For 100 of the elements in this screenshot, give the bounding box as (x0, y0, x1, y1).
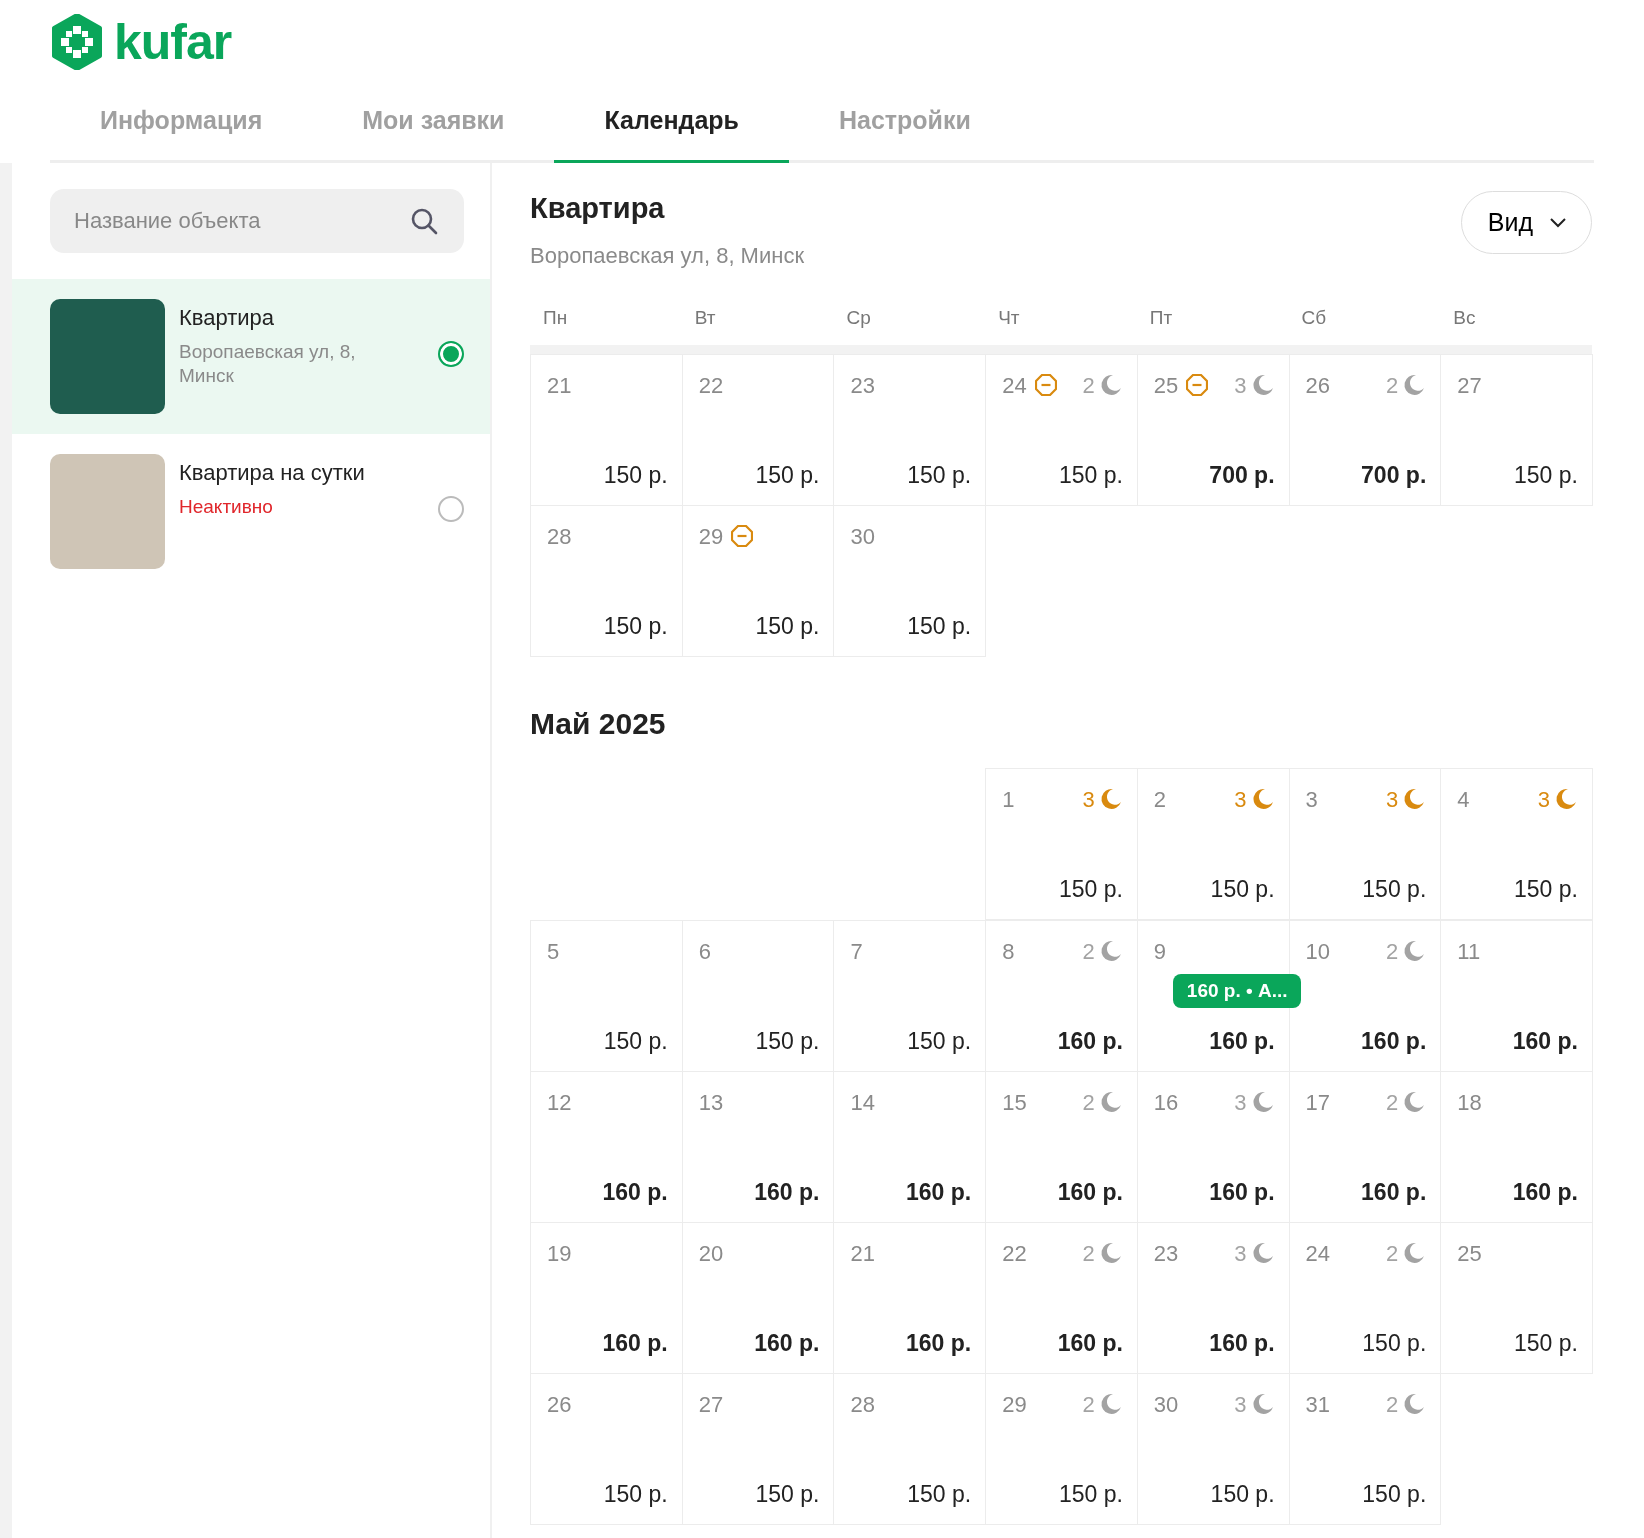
day-price: 160 р. (1208, 1178, 1275, 1208)
nights-count: 2 (1386, 371, 1399, 400)
day-number: 29 (698, 522, 724, 551)
radio-button[interactable] (438, 340, 464, 367)
listing-item[interactable]: Квартира на сутки Неактивно (12, 433, 490, 589)
view-dropdown[interactable]: Вид (1460, 190, 1592, 254)
listing-address: Воропаевская ул, 8, Минск (179, 339, 357, 389)
day-price: 700 р. (1360, 461, 1427, 491)
weekday-label: Вс (1452, 306, 1477, 331)
day-price: 150 р. (754, 461, 820, 491)
nights-count: 2 (1386, 937, 1399, 966)
weekday-label: Ср (845, 306, 872, 331)
day-number: 22 (1002, 1239, 1027, 1268)
nights-count: 3 (1234, 1088, 1247, 1117)
chevron-down-icon (1549, 215, 1567, 229)
calendar-day[interactable]: 11 160 р. (1440, 919, 1593, 1072)
day-number: 30 (850, 522, 875, 551)
listing-item[interactable]: Квартира Воропаевская ул, 8, Минск (12, 278, 490, 434)
calendar-day[interactable]: 3 3 150 р. (1288, 767, 1442, 920)
day-number: 4 (1457, 785, 1470, 814)
month-title: Май 2025 (530, 705, 667, 742)
weekday-label: Вт (693, 306, 717, 331)
day-price: 160 р. (1056, 1178, 1123, 1208)
day-price: 150 р. (1209, 1480, 1275, 1510)
calendar-day[interactable]: 25 150 р. (1440, 1221, 1593, 1374)
day-number: 30 (1153, 1390, 1179, 1419)
day-price: 160 р. (1208, 1027, 1275, 1057)
calendar-day[interactable]: 25 3 700 р. (1136, 353, 1290, 506)
calendar-day[interactable]: 24 2 150 р. (985, 353, 1138, 506)
day-number: 5 (547, 937, 560, 966)
calendar-day[interactable]: 2 3 150 р. (1136, 767, 1290, 920)
nights-count: 3 (1234, 785, 1247, 814)
day-number: 1 (1002, 785, 1015, 814)
day-number: 17 (1305, 1088, 1331, 1117)
day-price: 160 р. (1056, 1027, 1123, 1057)
day-number: 27 (1457, 371, 1482, 400)
day-number: 20 (698, 1239, 724, 1268)
day-price: 150 р. (1361, 1480, 1427, 1510)
calendar-day[interactable]: 26 2 700 р. (1288, 353, 1442, 506)
day-number: 12 (547, 1088, 572, 1117)
nights-count: 3 (1234, 1239, 1247, 1268)
tab[interactable]: Календарь (554, 94, 789, 163)
day-price: 150 р. (602, 1027, 668, 1057)
day-number: 2 (1153, 785, 1167, 814)
calendar-day[interactable]: 26 150 р. (530, 1372, 683, 1525)
day-price: 150 р. (1513, 461, 1578, 491)
day-price: 150 р. (1513, 875, 1578, 905)
logo-icon (50, 14, 104, 70)
day-price: 160 р. (601, 1178, 668, 1208)
day-price: 150 р. (1513, 1329, 1578, 1359)
day-number: 19 (547, 1239, 572, 1268)
nights-count: 2 (1386, 1390, 1399, 1419)
calendar-day[interactable]: 30 150 р. (833, 504, 987, 657)
day-price: 150 р. (754, 612, 820, 642)
day-number: 11 (1457, 937, 1481, 966)
calendar-day[interactable]: 28 150 р. (530, 504, 683, 657)
day-price: 150 р. (1209, 875, 1275, 905)
day-number: 26 (547, 1390, 572, 1419)
radio-button[interactable] (438, 495, 464, 522)
nights-count: 3 (1234, 1390, 1247, 1419)
day-price: 160 р. (904, 1178, 972, 1208)
day-price: 150 р. (602, 1480, 668, 1510)
status-text: Неактивно (179, 494, 274, 519)
calendar-day[interactable]: 1 3 150 р. (985, 767, 1138, 920)
listing-heading: Квартира (530, 190, 666, 226)
day-number: 28 (850, 1390, 875, 1419)
nights-count: 2 (1082, 1088, 1095, 1117)
day-price: 150 р. (754, 1480, 820, 1510)
day-price: 160 р. (1056, 1329, 1123, 1359)
day-price: 150 р. (1057, 1480, 1123, 1510)
day-number: 9 (1153, 937, 1167, 966)
search-icon (410, 206, 438, 235)
day-price: 160 р. (1208, 1329, 1275, 1359)
day-number: 18 (1457, 1088, 1482, 1117)
nights-count: 2 (1082, 1390, 1095, 1419)
day-number: 14 (850, 1088, 875, 1117)
day-number: 31 (1305, 1390, 1331, 1419)
day-price: 150 р. (906, 612, 972, 642)
day-price: 150 р. (602, 461, 668, 491)
day-number: 15 (1002, 1088, 1027, 1117)
day-number: 25 (1153, 371, 1179, 400)
calendar-day[interactable]: 31 2 150 р. (1288, 1372, 1442, 1525)
calendar-day[interactable]: 27 150 р. (1440, 353, 1593, 506)
nights-count: 3 (1386, 785, 1399, 814)
day-number: 25 (1457, 1239, 1482, 1268)
calendar-day[interactable]: 5 150 р. (530, 919, 683, 1072)
day-price: 150 р. (906, 1027, 972, 1057)
day-number: 8 (1002, 937, 1015, 966)
calendar-day[interactable]: 21 150 р. (530, 353, 683, 506)
day-number: 26 (1305, 371, 1331, 400)
day-number: 6 (698, 937, 711, 966)
day-number: 22 (698, 371, 724, 400)
listing-title: Квартира на сутки (179, 458, 365, 487)
day-number: 24 (1305, 1239, 1331, 1268)
search-field[interactable]: Название объекта (50, 188, 464, 253)
day-price: 700 р. (1208, 461, 1275, 491)
calendar-day[interactable]: 4 3 150 р. (1440, 767, 1593, 920)
weekday-label: Чт (997, 306, 1021, 331)
day-price: 160 р. (904, 1329, 972, 1359)
day-price: 150 р. (754, 1027, 820, 1057)
